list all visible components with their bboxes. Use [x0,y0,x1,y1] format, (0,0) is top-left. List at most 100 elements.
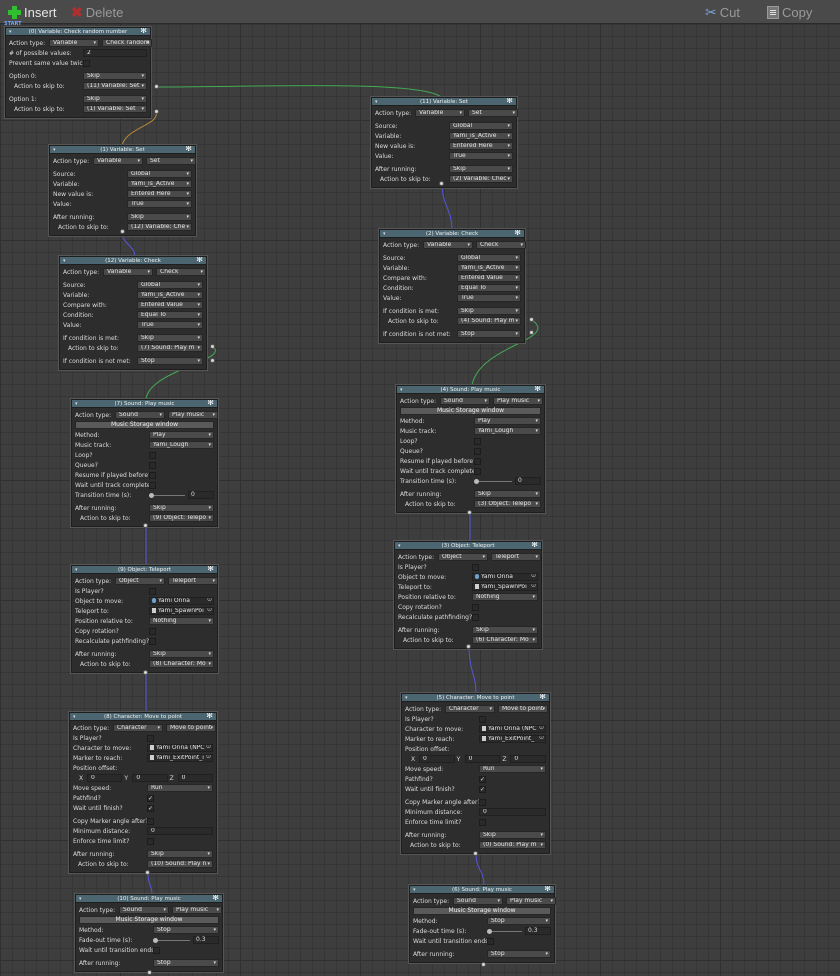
node-9-object-teleport[interactable]: ▾ (9) Object: Teleport ✻ Action type: Object… [71,565,218,673]
dropdown[interactable]: (4) Sound: Play m [457,317,521,325]
dropdown[interactable]: Play [149,431,214,439]
action-category-dropdown[interactable]: Variable [49,39,99,47]
dropdown[interactable]: (1) Variable: Set [83,105,147,113]
checkbox[interactable] [472,603,479,611]
action-type-dropdown[interactable]: Play music [172,906,222,914]
action-category-dropdown[interactable]: Object [438,553,488,561]
action-type-dropdown[interactable]: Move to point [498,705,548,713]
output-port[interactable] [120,229,125,234]
action-category-dropdown[interactable]: Object [115,577,165,585]
dropdown[interactable]: Skip [149,650,214,658]
checkbox[interactable]: ✓ [147,794,154,802]
checkbox[interactable] [149,637,156,645]
action-category-dropdown[interactable]: Sound [453,897,503,905]
output-port[interactable] [143,523,148,528]
checkbox[interactable] [149,461,156,469]
dropdown[interactable]: Skip [479,831,546,839]
output-port[interactable] [145,870,150,875]
dropdown[interactable]: (8) Character: Mo [149,660,214,668]
dropdown[interactable]: Equal To [457,284,521,292]
dropdown[interactable]: (7) Sound: Play m [137,344,203,352]
action-type-dropdown[interactable]: Move to point [166,724,216,732]
output-port[interactable] [154,84,159,89]
dropdown[interactable]: (11) Variable: Set [83,82,147,90]
output-port[interactable] [473,851,478,856]
gear-icon[interactable]: ✻ [196,257,203,264]
dropdown[interactable]: Yami_is_Active [457,264,521,272]
node-3-object-teleport[interactable]: ▾ (3) Object: Teleport ✻ Action type: Object… [394,541,542,649]
output-port[interactable] [154,109,159,114]
slider-knob[interactable] [474,478,479,484]
dropdown[interactable]: (6) Character: Mo [472,636,538,644]
target-picker-icon[interactable]: ⊙ [531,574,536,579]
target-picker-icon[interactable]: ⊙ [206,745,211,750]
action-type-dropdown[interactable]: Teleport [491,553,541,561]
node-0-variable-check-random[interactable]: ▾ (0) Variable: Check random number ✻ Actio… [5,27,152,118]
action-type-dropdown[interactable]: Play music [493,397,543,405]
dropdown[interactable]: Entered Here [449,142,513,150]
target-picker-icon[interactable]: ⊙ [206,755,211,760]
gear-icon[interactable]: ✻ [531,542,538,549]
dropdown[interactable]: Entered Value [137,301,203,309]
node-12-variable-check[interactable]: ▾ (12) Variable: Check ✻ Action type: Variab… [59,256,207,370]
collapse-arrow-icon[interactable]: ▾ [400,386,403,393]
checkbox[interactable] [474,437,481,445]
collapse-arrow-icon[interactable]: ▾ [9,28,12,35]
offset-z-field[interactable]: 0 [177,774,213,782]
dropdown[interactable]: Stop [153,926,219,934]
dropdown[interactable]: (3) Object: Telepo [474,500,541,508]
target-picker-icon[interactable]: ⊙ [539,726,544,731]
dropdown[interactable]: Nothing [149,617,214,625]
dropdown[interactable]: Global [449,122,513,130]
dropdown[interactable]: Entered Here [127,190,192,198]
collapse-arrow-icon[interactable]: ▾ [63,257,66,264]
dropdown[interactable]: Stop [153,959,219,967]
node-10-sound-play-music[interactable]: ▾ (10) Sound: Play music ✻ Action type: Soun… [75,894,223,972]
node-header[interactable]: ▾ (10) Sound: Play music ✻ [76,895,222,903]
checkbox[interactable] [83,59,90,67]
text-field[interactable]: 0 [147,827,213,835]
node-8-character-move-to-point[interactable]: ▾ (8) Character: Move to point ✻ Action typ… [69,712,217,873]
node-header[interactable]: ▾ (4) Sound: Play music ✻ [397,386,544,394]
dropdown[interactable]: Stop [457,330,521,338]
checkbox[interactable] [474,467,481,475]
action-category-dropdown[interactable]: Sound [119,906,169,914]
music-storage-button[interactable]: Music Storage window [413,907,551,915]
action-type-dropdown[interactable]: Check [156,268,206,276]
node-header[interactable]: ▾ (5) Character: Move to point ✻ [402,694,549,702]
action-type-dropdown[interactable]: Teleport [168,577,218,585]
action-category-dropdown[interactable]: Character [445,705,495,713]
output-port[interactable] [529,317,534,322]
slider-value-field[interactable]: 0 [188,491,214,499]
output-port[interactable] [439,181,444,186]
slider-value-field[interactable]: 0.3 [525,927,551,935]
music-storage-button[interactable]: Music Storage window [79,916,219,924]
time-slider[interactable]: 0.3 [487,927,551,935]
node-header[interactable]: ▾ (6) Sound: Play music ✻ [410,886,554,894]
node-5-character-move-to-point[interactable]: ▾ (5) Character: Move to point ✻ Action typ… [401,693,550,854]
dropdown[interactable]: (2) Variable: Chec [449,175,513,183]
node-header[interactable]: ▾ (0) Variable: Check random number ✻ [6,28,150,36]
dropdown[interactable]: Equal To [137,311,203,319]
offset-y-field[interactable]: 0 [464,755,501,763]
checkbox[interactable] [479,818,486,826]
dropdown[interactable]: Global [137,281,203,289]
dropdown[interactable]: Yami_Lough [474,427,541,435]
object-field[interactable]: Yami Onna ⊙ [149,597,214,605]
object-field[interactable]: Yami_SpawnPoi ⊙ [472,583,538,591]
action-category-dropdown[interactable]: Variable [415,109,465,117]
offset-x-field[interactable]: 0 [87,774,123,782]
checkbox[interactable] [149,627,156,635]
dropdown[interactable]: Skip [449,165,513,173]
object-field[interactable]: Yami_ExitPoint_ ⊙ [479,735,546,743]
checkbox[interactable] [149,471,156,479]
offset-z-field[interactable]: 0 [510,755,547,763]
gear-icon[interactable]: ✻ [506,98,513,105]
dropdown[interactable]: Play [474,417,541,425]
dropdown[interactable]: Stop [487,950,551,958]
dropdown[interactable]: Global [127,170,192,178]
gear-icon[interactable]: ✻ [207,566,214,573]
node-header[interactable]: ▾ (11) Variable: Set ✻ [372,98,516,106]
slider-track[interactable] [149,492,185,498]
slider-knob[interactable] [153,937,158,943]
